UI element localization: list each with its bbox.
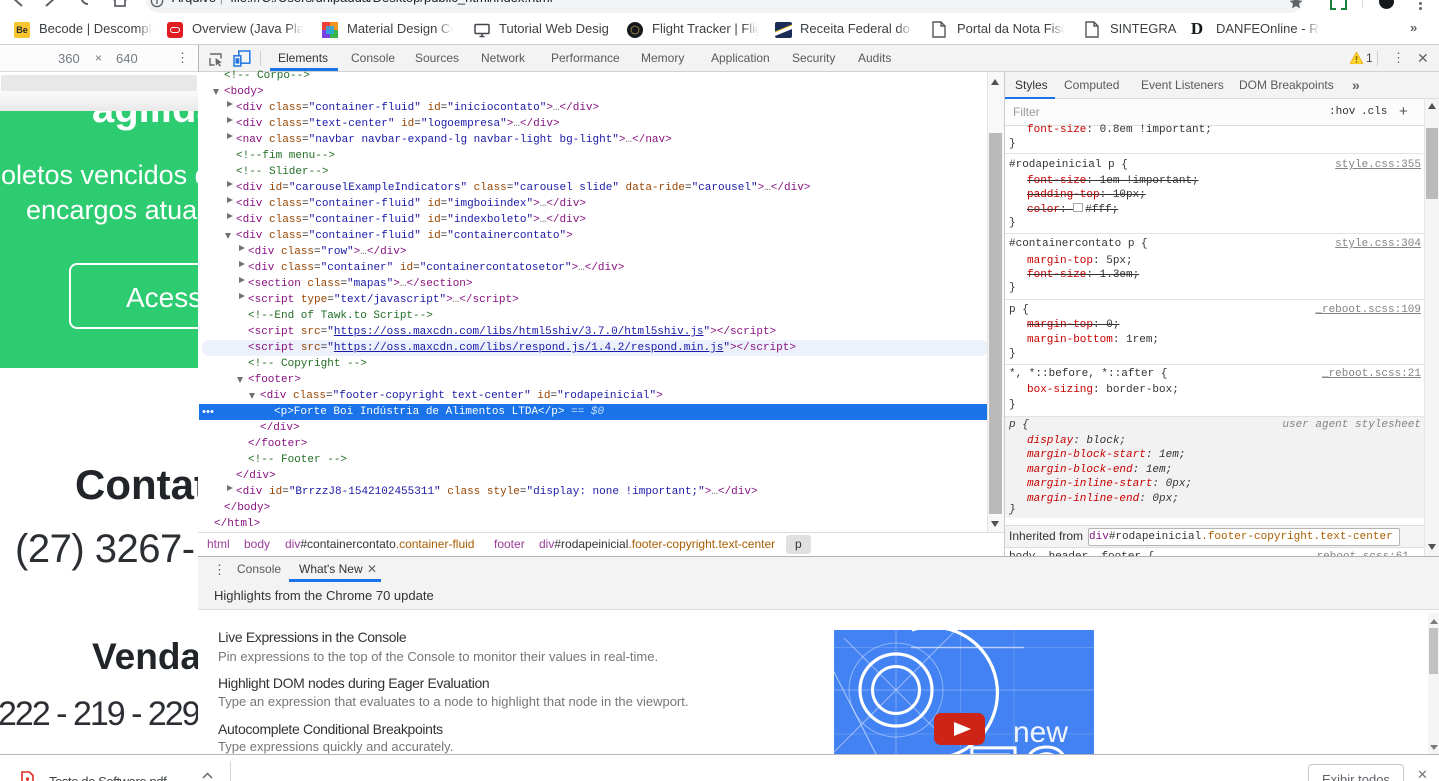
svg-text:new: new <box>1013 716 1068 749</box>
